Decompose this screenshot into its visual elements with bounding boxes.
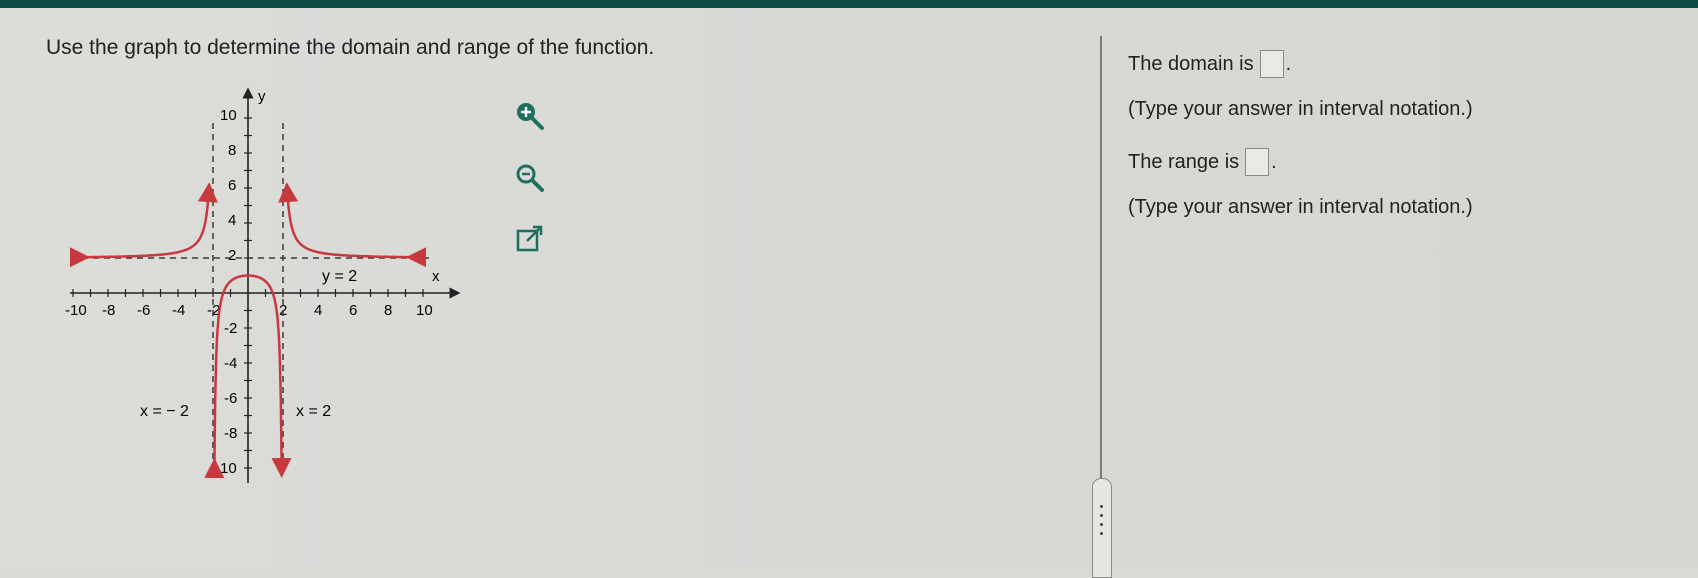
right-asymptote-label: x = 2: [296, 403, 331, 420]
y-tick-label: 2: [228, 247, 236, 264]
horizontal-asymptote-label: y = 2: [322, 268, 357, 285]
left-branch-curve: [70, 182, 218, 268]
domain-hint: (Type your answer in interval notation.): [1128, 98, 1473, 120]
y-tick-label: 4: [228, 212, 236, 229]
x-tick-label: -8: [102, 302, 115, 319]
y-tick-label: 8: [228, 142, 236, 159]
x-tick-label: -10: [65, 302, 87, 319]
zoom-out-icon: [516, 164, 544, 192]
domain-label: The domain is: [1128, 52, 1254, 75]
question-prompt: Use the graph to determine the domain an…: [46, 36, 655, 59]
domain-input[interactable]: [1259, 50, 1284, 78]
y-tick-label: 6: [228, 177, 236, 194]
right-branch-curve: [278, 182, 426, 268]
range-input[interactable]: [1245, 148, 1270, 176]
x-tick-label: 8: [384, 302, 392, 319]
range-answer-line: The range is .: [1128, 148, 1277, 176]
domain-period: .: [1285, 52, 1292, 75]
x-tick-label: 6: [349, 302, 357, 319]
domain-answer-line: The domain is .: [1128, 50, 1291, 78]
y-axis-label: y: [258, 88, 266, 105]
grip-dots-icon: [1100, 505, 1104, 541]
range-label: The range is: [1128, 150, 1240, 173]
zoom-in-icon: [517, 103, 544, 130]
left-asymptote-label: x = − 2: [140, 403, 189, 420]
y-tick-label: -4: [224, 355, 237, 372]
y-tick-label: -2: [224, 320, 237, 337]
question-page: Use the graph to determine the domain an…: [0, 8, 1698, 578]
graph-toolbar: [512, 98, 552, 284]
x-tick-label: -4: [172, 302, 185, 319]
x-tick-label: -6: [137, 302, 150, 319]
y-tick-label: -10: [215, 460, 237, 477]
x-axis-label: x: [432, 268, 440, 285]
x-tick-label: 10: [416, 302, 433, 319]
function-graph: -10 -8 -6 -4 -2 2 4 6 8 10 10 8 6 4 2 -2…: [60, 83, 520, 523]
y-tick-label: 10: [220, 107, 237, 124]
popout-button[interactable]: [512, 222, 546, 256]
y-tick-label: -8: [224, 425, 237, 442]
external-link-icon: [516, 225, 543, 252]
graph-svg: -10 -8 -6 -4 -2 2 4 6 8 10 10 8 6 4 2 -2…: [65, 87, 461, 483]
panel-resize-handle[interactable]: [1092, 478, 1112, 578]
zoom-in-button[interactable]: [512, 98, 546, 132]
range-hint: (Type your answer in interval notation.): [1128, 196, 1473, 218]
zoom-out-button[interactable]: [512, 160, 546, 194]
x-tick-label: 4: [314, 302, 322, 319]
range-period: .: [1271, 150, 1277, 173]
y-tick-label: -6: [224, 390, 237, 407]
